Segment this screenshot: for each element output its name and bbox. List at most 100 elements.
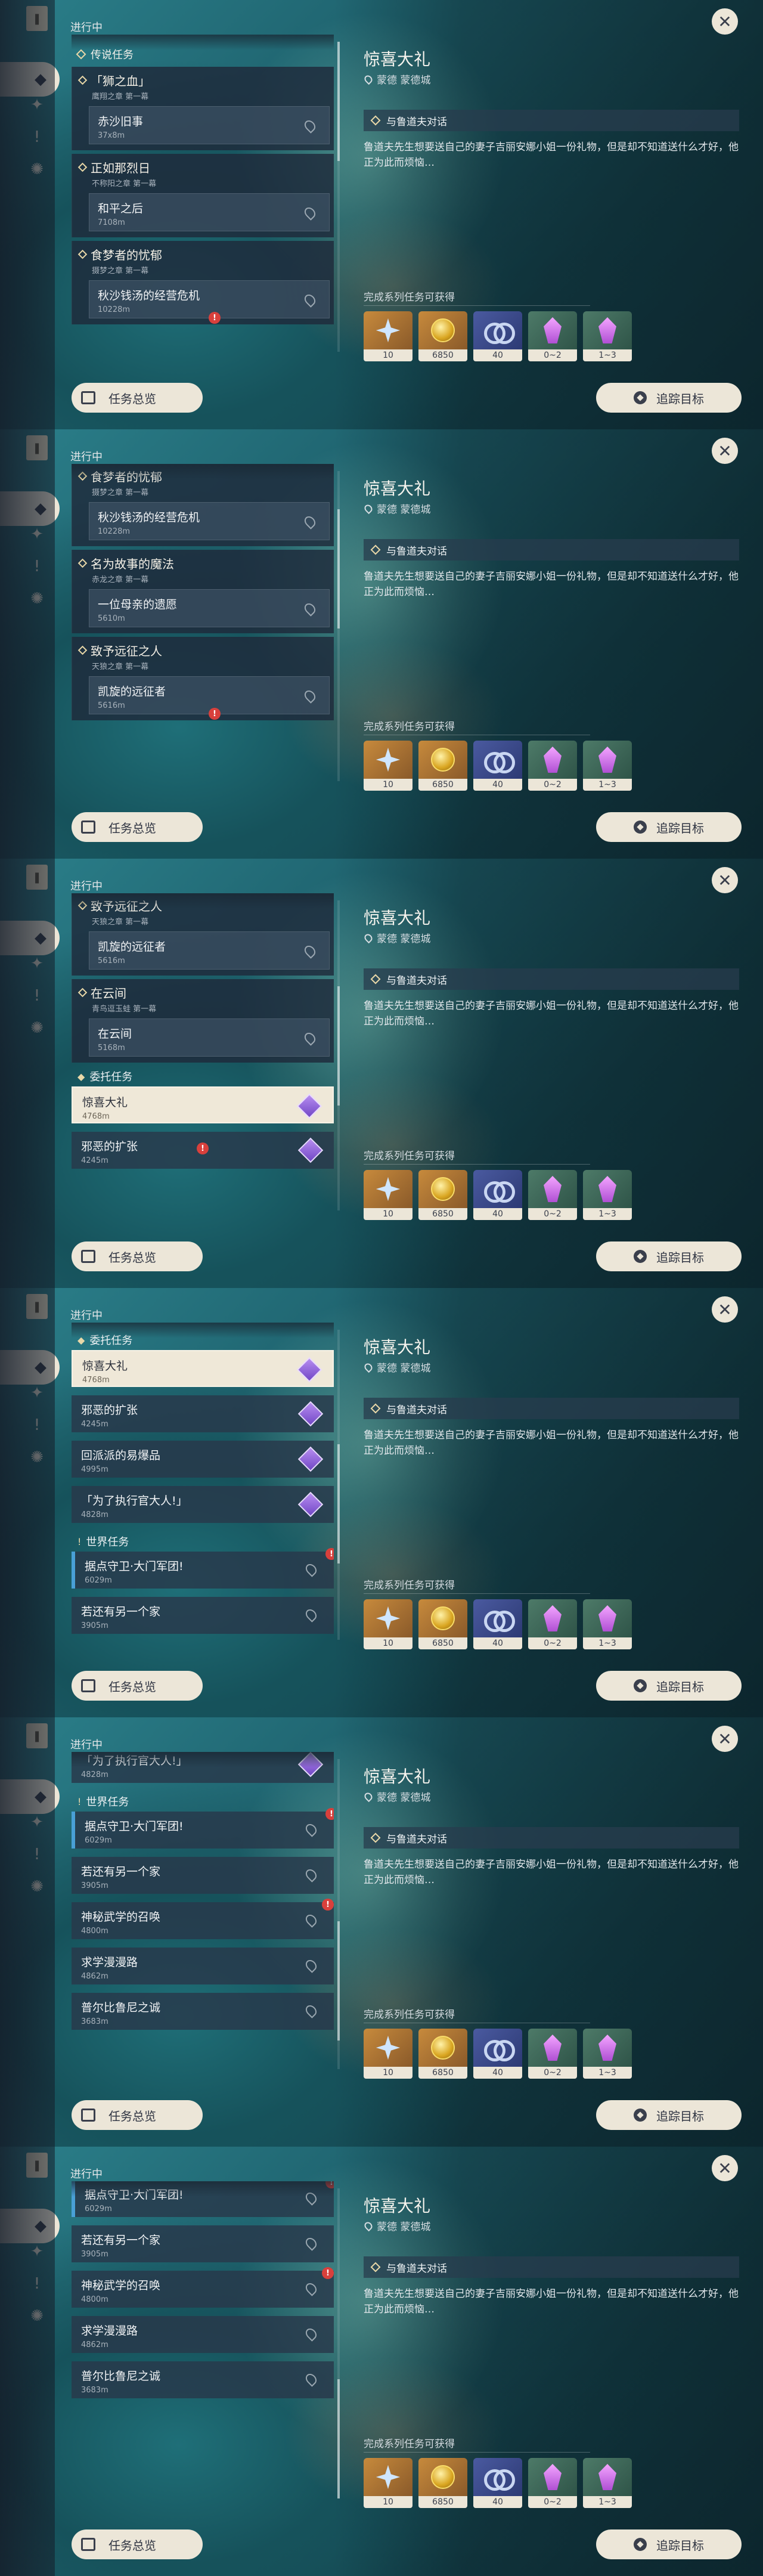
reward-item[interactable]: 10 bbox=[364, 1599, 412, 1649]
world-quest-item[interactable]: 若还有另一个家 3905m bbox=[72, 2225, 334, 2262]
scrollbar-thumb[interactable] bbox=[337, 2379, 340, 2498]
reward-item[interactable]: 40 bbox=[473, 2458, 522, 2508]
list-scrollbar[interactable] bbox=[337, 2188, 340, 2498]
world-quest-item[interactable]: 据点守卫·大门军团! 6029m! bbox=[72, 2181, 334, 2217]
commission-item[interactable]: 邪恶的扩张 4245m! bbox=[72, 1132, 334, 1169]
quest-list[interactable]: 据点守卫·大门军团! 6029m! 若还有另一个家 3905m 神秘武学的召唤 4800m… bbox=[72, 2181, 334, 2508]
world-quest-item[interactable]: 求学漫漫路 4862m bbox=[72, 1948, 334, 1984]
reward-item[interactable]: 40 bbox=[473, 741, 522, 791]
quest-row[interactable]: 在云间 5168m bbox=[89, 1018, 330, 1057]
quest-row[interactable]: 赤沙旧事 37x8m bbox=[89, 106, 330, 144]
world-quest-item[interactable]: 普尔比鲁尼之诚 3683m bbox=[72, 1993, 334, 2030]
quest-overview-button[interactable]: 任务总览 bbox=[72, 812, 203, 842]
quest-row[interactable]: 一位母亲的遗愿 5610m bbox=[89, 589, 330, 627]
chapter-title[interactable]: 食梦者的忧郁 bbox=[77, 467, 327, 485]
quest-list[interactable]: 「为了执行官大人!」 4828m! 世界任务 据点守卫·大门军团! 6029m! 若还有另… bbox=[72, 1752, 334, 2079]
quest-row[interactable]: 和平之后 7108m bbox=[89, 193, 330, 231]
quest-row[interactable]: 凯旋的远征者 5616m! bbox=[89, 676, 330, 720]
reward-item[interactable]: 1~3 bbox=[583, 741, 632, 791]
commission-item[interactable]: 「为了执行官大人!」 4828m bbox=[72, 1752, 334, 1783]
close-button[interactable]: ✕ bbox=[712, 867, 738, 893]
chapter-title[interactable]: 「狮之血」 bbox=[77, 72, 327, 89]
reward-item[interactable]: 10 bbox=[364, 2029, 412, 2079]
quest-overview-button[interactable]: 任务总览 bbox=[72, 1671, 203, 1701]
reward-item[interactable]: 6850 bbox=[418, 741, 467, 791]
list-scrollbar[interactable] bbox=[337, 1759, 340, 2069]
quest-list[interactable]: 致予远征之人 天狼之章 第一幕 凯旋的远征者 5616m 在云间 青鸟逗玉蛙 第一幕 在云间… bbox=[72, 893, 334, 1220]
commission-item[interactable]: 「为了执行官大人!」 4828m bbox=[72, 1486, 334, 1523]
chapter-title[interactable]: 名为故事的魔法 bbox=[77, 555, 327, 572]
scrollbar-thumb[interactable] bbox=[337, 1444, 340, 1563]
reward-item[interactable]: 6850 bbox=[418, 2458, 467, 2508]
reward-item[interactable]: 1~3 bbox=[583, 311, 632, 361]
quest-row[interactable]: 秋沙钱汤的经营危机 10228m bbox=[89, 502, 330, 540]
chapter-title[interactable]: 致予远征之人 bbox=[77, 897, 327, 914]
reward-item[interactable]: 1~3 bbox=[583, 1599, 632, 1649]
quest-overview-button[interactable]: 任务总览 bbox=[72, 1241, 203, 1271]
reward-item[interactable]: 0~2 bbox=[528, 2458, 577, 2508]
chapter-title[interactable]: 食梦者的忧郁 bbox=[77, 246, 327, 263]
track-target-button[interactable]: 追踪目标 bbox=[596, 2529, 742, 2559]
quest-list[interactable]: ◆ 委托任务 惊喜大礼 4768m 邪恶的扩张 4245m 回派派的易爆品 4995m 「为了执… bbox=[72, 1323, 334, 1649]
close-button[interactable]: ✕ bbox=[712, 8, 738, 35]
list-scrollbar[interactable] bbox=[337, 1330, 340, 1640]
track-target-button[interactable]: 追踪目标 bbox=[596, 1241, 742, 1271]
reward-item[interactable]: 6850 bbox=[418, 1170, 467, 1220]
list-scrollbar[interactable] bbox=[337, 900, 340, 1210]
quest-overview-button[interactable]: 任务总览 bbox=[72, 383, 203, 413]
chapter-title[interactable]: 致予远征之人 bbox=[77, 642, 327, 659]
world-quest-item[interactable]: 求学漫漫路 4862m bbox=[72, 2316, 334, 2353]
reward-item[interactable]: 10 bbox=[364, 311, 412, 361]
reward-item[interactable]: 6850 bbox=[418, 1599, 467, 1649]
world-quest-item[interactable]: 若还有另一个家 3905m bbox=[72, 1857, 334, 1894]
reward-item[interactable]: 0~2 bbox=[528, 1599, 577, 1649]
list-scrollbar[interactable] bbox=[337, 471, 340, 781]
track-target-button[interactable]: 追踪目标 bbox=[596, 2100, 742, 2130]
reward-item[interactable]: 10 bbox=[364, 1170, 412, 1220]
commission-item[interactable]: 邪恶的扩张 4245m bbox=[72, 1395, 334, 1432]
reward-item[interactable]: 10 bbox=[364, 2458, 412, 2508]
quest-list[interactable]: 传说任务 「狮之血」 鹰翔之章 第一幕 赤沙旧事 37x8m 正如那烈日 不称阳之章 第一幕… bbox=[72, 35, 334, 361]
track-target-button[interactable]: 追踪目标 bbox=[596, 383, 742, 413]
quest-row[interactable]: 凯旋的远征者 5616m bbox=[89, 931, 330, 970]
world-quest-item[interactable]: 神秘武学的召唤 4800m! bbox=[72, 2267, 334, 2308]
reward-item[interactable]: 40 bbox=[473, 1170, 522, 1220]
scrollbar-thumb[interactable] bbox=[337, 986, 340, 1106]
reward-item[interactable]: 40 bbox=[473, 2029, 522, 2079]
reward-item[interactable]: 1~3 bbox=[583, 1170, 632, 1220]
world-quest-item[interactable]: 普尔比鲁尼之诚 3683m bbox=[72, 2361, 334, 2398]
reward-item[interactable]: 10 bbox=[364, 741, 412, 791]
reward-item[interactable]: 6850 bbox=[418, 311, 467, 361]
close-button[interactable]: ✕ bbox=[712, 438, 738, 464]
world-quest-item[interactable]: 若还有另一个家 3905m bbox=[72, 1597, 334, 1634]
world-quest-item[interactable]: 据点守卫·大门军团! 6029m! bbox=[72, 1548, 334, 1589]
reward-item[interactable]: 1~3 bbox=[583, 2029, 632, 2079]
close-button[interactable]: ✕ bbox=[712, 1296, 738, 1323]
reward-item[interactable]: 0~2 bbox=[528, 1170, 577, 1220]
locate-pin-icon[interactable] bbox=[303, 2190, 319, 2206]
world-quest-item[interactable]: 据点守卫·大门军团! 6029m! bbox=[72, 1808, 334, 1849]
close-button[interactable]: ✕ bbox=[712, 1726, 738, 1752]
reward-item[interactable]: 6850 bbox=[418, 2029, 467, 2079]
commission-item-selected[interactable]: 惊喜大礼 4768m bbox=[72, 1350, 334, 1387]
quest-overview-button[interactable]: 任务总览 bbox=[72, 2100, 203, 2130]
reward-item[interactable]: 0~2 bbox=[528, 741, 577, 791]
reward-item[interactable]: 0~2 bbox=[528, 311, 577, 361]
commission-item-selected[interactable]: 惊喜大礼 4768m bbox=[72, 1086, 334, 1123]
quest-row[interactable]: 秋沙钱汤的经营危机 10228m! bbox=[89, 280, 330, 324]
scrollbar-thumb[interactable] bbox=[337, 1921, 340, 2041]
chapter-title[interactable]: 正如那烈日 bbox=[77, 159, 327, 176]
scrollbar-thumb[interactable] bbox=[337, 509, 340, 628]
list-scrollbar[interactable] bbox=[337, 42, 340, 352]
reward-item[interactable]: 0~2 bbox=[528, 2029, 577, 2079]
reward-item[interactable]: 40 bbox=[473, 311, 522, 361]
close-button[interactable]: ✕ bbox=[712, 2155, 738, 2181]
reward-item[interactable]: 1~3 bbox=[583, 2458, 632, 2508]
quest-overview-button[interactable]: 任务总览 bbox=[72, 2529, 203, 2559]
reward-item[interactable]: 40 bbox=[473, 1599, 522, 1649]
world-quest-item[interactable]: 神秘武学的召唤 4800m! bbox=[72, 1899, 334, 1939]
scrollbar-thumb[interactable] bbox=[337, 42, 340, 161]
quest-list[interactable]: 食梦者的忧郁 摄梦之章 第一幕 秋沙钱汤的经营危机 10228m 名为故事的魔法 赤龙之章… bbox=[72, 464, 334, 791]
track-target-button[interactable]: 追踪目标 bbox=[596, 812, 742, 842]
chapter-title[interactable]: 在云间 bbox=[77, 984, 327, 1001]
